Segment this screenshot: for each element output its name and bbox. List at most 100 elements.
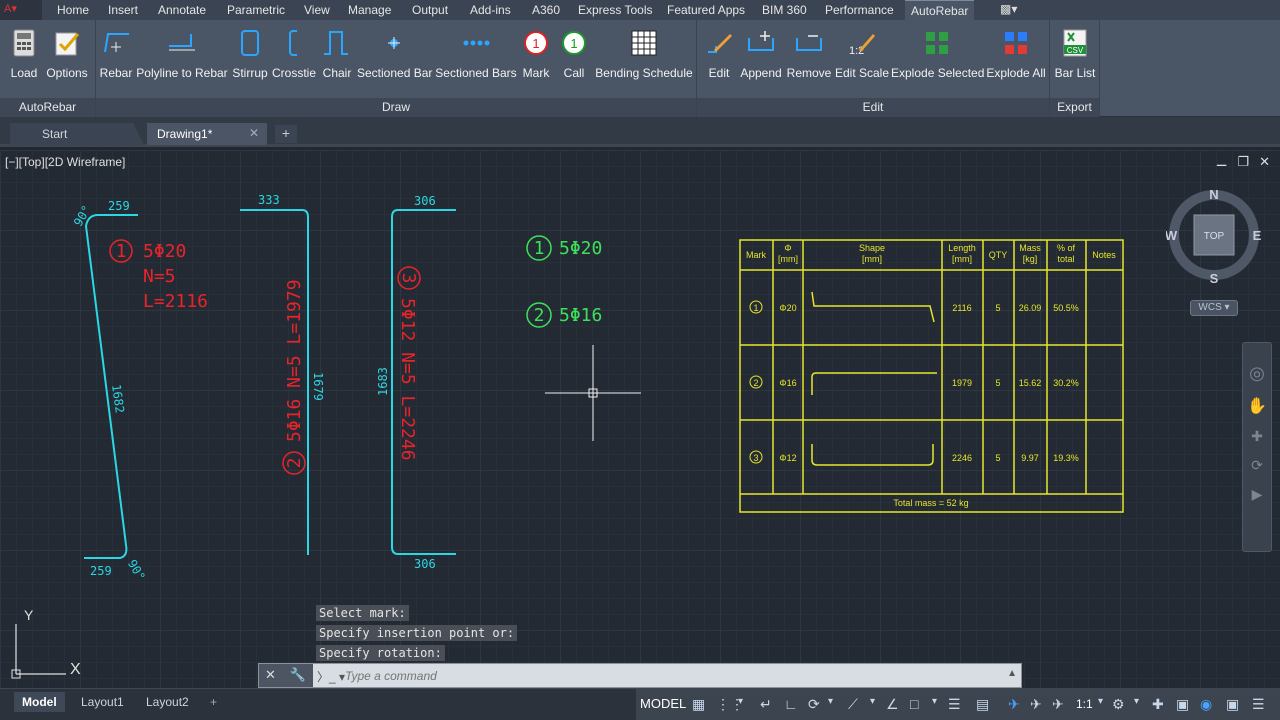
ortho-icon[interactable]: ∟ bbox=[784, 696, 798, 712]
tab-express-tools[interactable]: Express Tools bbox=[578, 3, 652, 17]
sectioned-bars-button[interactable]: Sectioned Bars bbox=[434, 24, 518, 94]
viewcube[interactable]: TOP N S E W bbox=[1166, 187, 1262, 283]
panel-options-dropdown-icon[interactable]: ▩▾ bbox=[1000, 2, 1017, 16]
model-space-toggle[interactable]: MODEL bbox=[640, 696, 686, 711]
object-snap-dropdown-icon[interactable]: ▾ bbox=[932, 696, 937, 707]
grid-icon[interactable]: ▦ bbox=[692, 696, 705, 713]
mark-button[interactable]: 1 Mark bbox=[518, 24, 554, 94]
explode-selected-button[interactable]: Explode Selected bbox=[891, 24, 984, 94]
chair-button[interactable]: Chair bbox=[318, 24, 356, 94]
customization-menu-icon[interactable]: ☰ bbox=[1252, 696, 1265, 713]
header-mass-unit: [kg] bbox=[1023, 254, 1038, 264]
annotation-visibility-icon[interactable]: ✈ bbox=[1008, 696, 1020, 713]
tab-output[interactable]: Output bbox=[412, 3, 448, 17]
tab-bim-360[interactable]: BIM 360 bbox=[762, 3, 807, 17]
bar1-dim-top: 259 bbox=[108, 199, 130, 213]
tab-parametric[interactable]: Parametric bbox=[227, 3, 285, 17]
polar-dropdown-icon[interactable]: ▾ bbox=[828, 696, 833, 707]
options-button[interactable]: Options bbox=[44, 24, 90, 94]
isolate-objects-icon[interactable]: ◉ bbox=[1200, 696, 1212, 713]
sectioned-bars-icon bbox=[463, 40, 490, 46]
polar-tracking-icon[interactable]: ⟳ bbox=[808, 696, 820, 713]
call-1-number: 1 bbox=[534, 238, 545, 259]
showmotion-icon[interactable]: ▶ bbox=[1243, 486, 1271, 503]
tab-featured-apps[interactable]: Featured Apps bbox=[667, 3, 745, 17]
isodraft-dropdown-icon[interactable]: ▾ bbox=[870, 696, 875, 707]
load-button[interactable]: Load bbox=[6, 24, 42, 94]
ucs-y-label: Y bbox=[24, 607, 34, 623]
bar-list-button[interactable]: CSV Bar List bbox=[1054, 24, 1096, 94]
steering-wheel-icon[interactable]: ◎ bbox=[1243, 363, 1271, 384]
tab-a360[interactable]: A360 bbox=[532, 3, 560, 17]
compass-west: W bbox=[1166, 228, 1178, 243]
rebar-button[interactable]: Rebar bbox=[98, 24, 134, 94]
workspace-gear-icon[interactable]: ⚙ bbox=[1112, 696, 1125, 713]
new-tab-button[interactable]: + bbox=[275, 125, 297, 143]
tab-view[interactable]: View bbox=[304, 3, 330, 17]
infer-constraints-icon[interactable]: ↵ bbox=[760, 696, 772, 713]
tab-annotate[interactable]: Annotate bbox=[158, 3, 206, 17]
add-layout-button[interactable]: + bbox=[202, 692, 225, 712]
call-button[interactable]: 1 Call bbox=[558, 24, 590, 94]
tab-layout1[interactable]: Layout1 bbox=[73, 692, 132, 712]
tab-layout2[interactable]: Layout2 bbox=[138, 692, 197, 712]
csv-file-icon: CSV bbox=[1063, 29, 1087, 57]
tab-start[interactable]: Start bbox=[10, 123, 144, 145]
lineweight-icon[interactable]: ☰ bbox=[948, 696, 961, 713]
panel-title-draw: Draw bbox=[96, 98, 696, 117]
tab-performance[interactable]: Performance bbox=[825, 3, 894, 17]
annotation-scale-dropdown-icon[interactable]: ▾ bbox=[1098, 696, 1103, 707]
call-icon: 1 bbox=[562, 31, 586, 55]
tab-manage[interactable]: Manage bbox=[348, 3, 391, 17]
stirrup-button[interactable]: Stirrup bbox=[230, 24, 270, 94]
menu-bar: A▾ Home Insert Annotate Parametric View … bbox=[0, 0, 1280, 20]
auto-scale-icon[interactable]: ✈ bbox=[1030, 696, 1042, 713]
ucs-icon: Y X bbox=[11, 607, 81, 679]
close-tab-icon[interactable]: ✕ bbox=[249, 126, 259, 140]
object-snap-icon[interactable]: □ bbox=[910, 696, 918, 712]
command-input[interactable] bbox=[345, 666, 945, 685]
pan-icon[interactable]: ✋ bbox=[1243, 396, 1271, 416]
sectioned-bar-button[interactable]: Sectioned Bar bbox=[357, 24, 432, 94]
command-prompt-icon[interactable]: 〉_ ▾ bbox=[317, 668, 345, 685]
object-snap-tracking-icon[interactable]: ∠ bbox=[886, 696, 899, 713]
polyline-to-rebar-button[interactable]: Polyline to Rebar bbox=[136, 24, 228, 94]
panel-edit: Edit Append Remove 1:2 Edit Scale Explod… bbox=[697, 20, 1050, 117]
row1-pct: 50.5% bbox=[1053, 303, 1079, 313]
command-history-toggle-icon[interactable]: ▲ bbox=[1007, 668, 1017, 679]
tab-drawing1[interactable]: Drawing1* ✕ bbox=[147, 123, 267, 145]
wcs-menu[interactable]: WCS ▾ bbox=[1190, 300, 1238, 316]
append-button[interactable]: Append bbox=[738, 24, 784, 94]
units-icon[interactable]: ▣ bbox=[1176, 696, 1189, 713]
annotation-monitor-icon[interactable]: ✚ bbox=[1152, 696, 1164, 713]
calculator-icon bbox=[13, 29, 35, 57]
annotation-scale-value[interactable]: 1:1 bbox=[1076, 697, 1093, 711]
tab-insert[interactable]: Insert bbox=[108, 3, 138, 17]
tab-model[interactable]: Model bbox=[14, 692, 65, 712]
drawing-canvas[interactable]: [−][Top][2D Wireframe] ⚊ ❐ ✕ 259 1682 259 … bbox=[0, 150, 1280, 688]
close-command-line-icon[interactable]: ✕ bbox=[265, 667, 276, 682]
tab-home[interactable]: Home bbox=[57, 3, 89, 17]
isodraft-icon[interactable]: ⟋ bbox=[848, 696, 858, 713]
orbit-icon[interactable]: ⟳ bbox=[1243, 457, 1271, 474]
bending-schedule-button[interactable]: Bending Schedule bbox=[594, 24, 694, 94]
row3-qty: 5 bbox=[995, 453, 1000, 463]
remove-button[interactable]: Remove bbox=[786, 24, 832, 94]
edit-button[interactable]: Edit bbox=[701, 24, 737, 94]
tab-autorebar[interactable]: AutoRebar bbox=[905, 0, 975, 20]
explode-all-button[interactable]: Explode All bbox=[985, 24, 1047, 94]
crosstie-button[interactable]: Crosstie bbox=[270, 24, 318, 94]
annotation-scale-icon[interactable]: ✈ bbox=[1052, 696, 1064, 713]
application-menu-button[interactable]: A▾ bbox=[0, 0, 42, 20]
tab-add-ins[interactable]: Add-ins bbox=[470, 3, 511, 17]
snap-dropdown-icon[interactable]: ▾ bbox=[738, 696, 743, 707]
zoom-icon[interactable]: ✚ bbox=[1243, 428, 1271, 445]
compass-north: N bbox=[1209, 187, 1218, 202]
edit-scale-button[interactable]: 1:2 Edit Scale bbox=[834, 24, 890, 94]
clean-screen-icon[interactable]: ▣ bbox=[1226, 696, 1239, 713]
command-history-line-3: Specify rotation: bbox=[316, 645, 445, 661]
polyline-rebar-icon bbox=[169, 34, 195, 51]
workspace-dropdown-icon[interactable]: ▾ bbox=[1134, 696, 1139, 707]
transparency-icon[interactable]: ▤ bbox=[976, 696, 989, 713]
customize-wrench-icon[interactable]: 🔧 bbox=[290, 667, 306, 682]
